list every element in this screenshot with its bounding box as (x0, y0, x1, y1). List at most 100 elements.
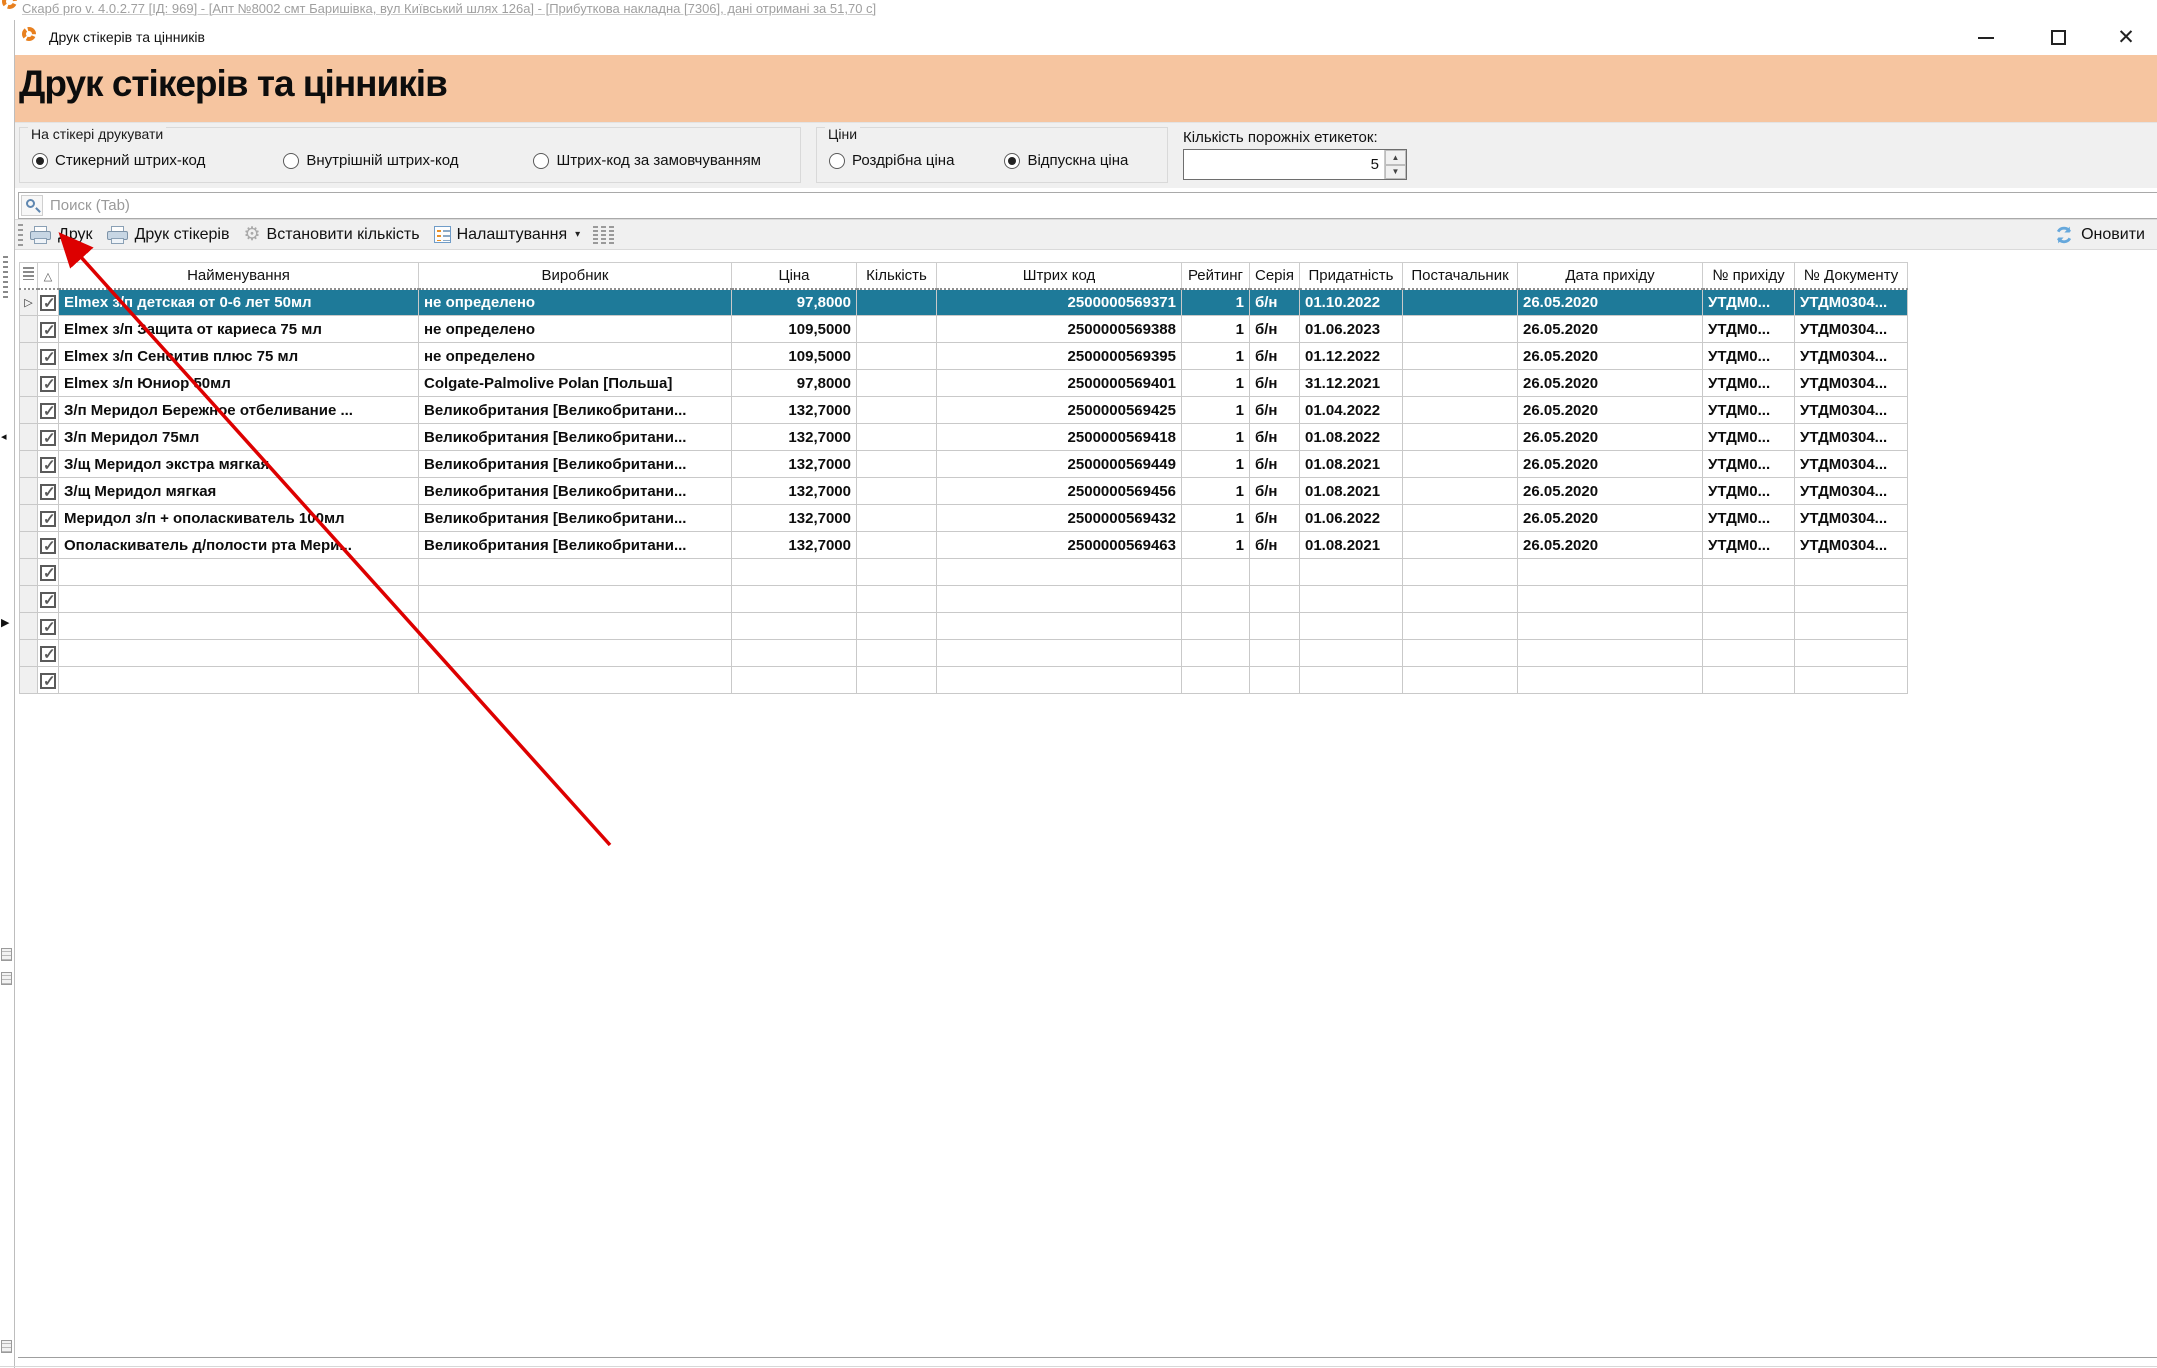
search-input[interactable]: Поиск (Tab) (18, 192, 2157, 219)
cell-ano[interactable]: УТДМ0... (1703, 370, 1795, 397)
cell-name[interactable]: Elmex з/п Сенситив плюс 75 мл (59, 343, 419, 370)
cell-dno[interactable]: УТДМ0304... (1795, 424, 1908, 451)
cell-expiry[interactable]: 31.12.2021 (1300, 370, 1403, 397)
cell-qty[interactable] (857, 586, 937, 613)
table-row[interactable]: ▷Elmex з/п детская от 0-6 лет 50млне опр… (20, 289, 1908, 316)
cell-price[interactable] (732, 613, 857, 640)
row-checkbox[interactable] (40, 673, 56, 689)
row-checkbox[interactable] (40, 484, 56, 500)
column-header-vendor[interactable]: Виробник (419, 263, 732, 289)
cell-vendor[interactable] (419, 613, 732, 640)
column-header-qty[interactable]: Кількість (857, 263, 937, 289)
cell-rating[interactable] (1182, 640, 1250, 667)
dock-panel-icon[interactable] (1, 948, 12, 961)
row-checkbox[interactable] (40, 646, 56, 662)
column-header-supplier[interactable]: Постачальник (1403, 263, 1518, 289)
row-header-cell[interactable] (20, 667, 38, 694)
cell-rating[interactable]: 1 (1182, 370, 1250, 397)
column-header-name[interactable]: Найменування (59, 263, 419, 289)
cell-series[interactable] (1250, 586, 1300, 613)
cell-barcode[interactable]: 2500000569425 (937, 397, 1182, 424)
column-header-arrival-date[interactable]: Дата прихіду (1518, 263, 1703, 289)
cell-ano[interactable]: УТДМ0... (1703, 451, 1795, 478)
cell-adate[interactable]: 26.05.2020 (1518, 478, 1703, 505)
cell-dno[interactable]: УТДМ0304... (1795, 316, 1908, 343)
cell-barcode[interactable] (937, 640, 1182, 667)
cell-adate[interactable]: 26.05.2020 (1518, 505, 1703, 532)
cell-price[interactable] (732, 559, 857, 586)
cell-price[interactable]: 97,8000 (732, 370, 857, 397)
row-checkbox-cell[interactable] (38, 478, 59, 505)
cell-barcode[interactable] (937, 586, 1182, 613)
row-checkbox[interactable] (40, 565, 56, 581)
close-button[interactable]: ✕ (2097, 20, 2155, 55)
cell-ano[interactable] (1703, 559, 1795, 586)
table-row[interactable]: З/щ Меридол мягкаяВеликобритания [Велико… (20, 478, 1908, 505)
cell-price[interactable]: 132,7000 (732, 505, 857, 532)
cell-series[interactable]: б/н (1250, 505, 1300, 532)
cell-expiry[interactable]: 01.08.2021 (1300, 532, 1403, 559)
cell-name[interactable]: Elmex з/п Защита от кариеса 75 мл (59, 316, 419, 343)
dock-panel-icon[interactable] (1, 1340, 12, 1353)
row-header-cell[interactable] (20, 640, 38, 667)
cell-expiry[interactable]: 01.04.2022 (1300, 397, 1403, 424)
row-checkbox[interactable] (40, 538, 56, 554)
cell-adate[interactable]: 26.05.2020 (1518, 370, 1703, 397)
row-checkbox-cell[interactable] (38, 586, 59, 613)
cell-adate[interactable]: 26.05.2020 (1518, 424, 1703, 451)
cell-series[interactable] (1250, 613, 1300, 640)
cell-rating[interactable]: 1 (1182, 451, 1250, 478)
row-header-cell[interactable] (20, 316, 38, 343)
row-checkbox[interactable] (40, 619, 56, 635)
cell-ano[interactable]: УТДМ0... (1703, 397, 1795, 424)
cell-price[interactable]: 132,7000 (732, 478, 857, 505)
cell-adate[interactable] (1518, 559, 1703, 586)
cell-dno[interactable] (1795, 559, 1908, 586)
cell-qty[interactable] (857, 316, 937, 343)
row-checkbox[interactable] (40, 403, 56, 419)
cell-rating[interactable]: 1 (1182, 532, 1250, 559)
column-header-barcode[interactable]: Штрих код (937, 263, 1182, 289)
row-checkbox-cell[interactable] (38, 505, 59, 532)
cell-supplier[interactable] (1403, 316, 1518, 343)
row-checkbox-cell[interactable] (38, 424, 59, 451)
cell-dno[interactable]: УТДМ0304... (1795, 478, 1908, 505)
row-checkbox-cell[interactable] (38, 640, 59, 667)
cell-series[interactable]: б/н (1250, 370, 1300, 397)
cell-rating[interactable]: 1 (1182, 397, 1250, 424)
cell-adate[interactable] (1518, 613, 1703, 640)
empty-row[interactable] (20, 559, 1908, 586)
cell-expiry[interactable] (1300, 586, 1403, 613)
cell-barcode[interactable] (937, 667, 1182, 694)
cell-name[interactable]: Меридол з/п + ополаскиватель 100мл (59, 505, 419, 532)
cell-qty[interactable] (857, 478, 937, 505)
cell-qty[interactable] (857, 505, 937, 532)
cell-supplier[interactable] (1403, 667, 1518, 694)
cell-barcode[interactable]: 2500000569463 (937, 532, 1182, 559)
cell-name[interactable]: Ополаскиватель д/полости рта Мери... (59, 532, 419, 559)
cell-qty[interactable] (857, 640, 937, 667)
dock-panel-icon[interactable] (1, 972, 12, 985)
cell-vendor[interactable]: Colgate-Palmolive Polan [Польша] (419, 370, 732, 397)
row-checkbox[interactable] (40, 349, 56, 365)
cell-qty[interactable] (857, 532, 937, 559)
cell-expiry[interactable]: 01.08.2021 (1300, 478, 1403, 505)
cell-series[interactable] (1250, 640, 1300, 667)
cell-qty[interactable] (857, 667, 937, 694)
cell-name[interactable]: З/п Меридол Бережное отбеливание ... (59, 397, 419, 424)
cell-vendor[interactable] (419, 559, 732, 586)
cell-barcode[interactable]: 2500000569418 (937, 424, 1182, 451)
cell-barcode[interactable]: 2500000569401 (937, 370, 1182, 397)
cell-ano[interactable] (1703, 586, 1795, 613)
cell-dno[interactable]: УТДМ0304... (1795, 505, 1908, 532)
cell-series[interactable]: б/н (1250, 424, 1300, 451)
cell-ano[interactable] (1703, 640, 1795, 667)
cell-dno[interactable]: УТДМ0304... (1795, 532, 1908, 559)
cell-supplier[interactable] (1403, 451, 1518, 478)
row-header-cell[interactable]: ▷ (20, 289, 38, 316)
row-header-cell[interactable] (20, 370, 38, 397)
cell-rating[interactable]: 1 (1182, 343, 1250, 370)
cell-rating[interactable] (1182, 667, 1250, 694)
cell-vendor[interactable]: Великобритания [Великобритани... (419, 478, 732, 505)
cell-price[interactable]: 109,5000 (732, 316, 857, 343)
